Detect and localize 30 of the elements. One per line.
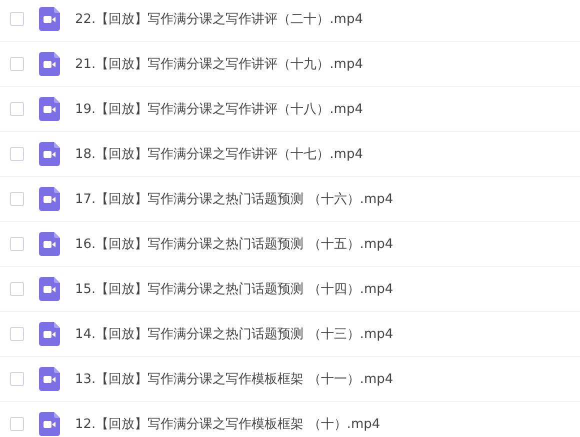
file-name[interactable]: 17.【回放】写作满分课之热门话题预测 （十六）.mp4: [75, 190, 394, 208]
video-file-icon: [39, 52, 60, 76]
checkbox[interactable]: [10, 327, 24, 341]
file-name[interactable]: 21.【回放】写作满分课之写作讲评（十九）.mp4: [75, 55, 363, 73]
video-file-icon: [39, 277, 60, 301]
checkbox[interactable]: [10, 192, 24, 206]
video-file-icon: [39, 367, 60, 391]
file-name[interactable]: 12.【回放】写作满分课之写作模板框架 （十）.mp4: [75, 415, 380, 433]
video-file-icon: [39, 97, 60, 121]
video-file-icon: [39, 7, 60, 31]
video-file-icon: [39, 142, 60, 166]
checkbox[interactable]: [10, 12, 24, 26]
file-name[interactable]: 16.【回放】写作满分课之热门话题预测 （十五）.mp4: [75, 235, 394, 253]
checkbox[interactable]: [10, 417, 24, 431]
checkbox[interactable]: [10, 372, 24, 386]
file-name[interactable]: 15.【回放】写作满分课之热门话题预测 （十四）.mp4: [75, 280, 394, 298]
video-file-icon: [39, 232, 60, 256]
video-file-icon: [39, 412, 60, 436]
checkbox[interactable]: [10, 282, 24, 296]
checkbox[interactable]: [10, 57, 24, 71]
file-name[interactable]: 22.【回放】写作满分课之写作讲评（二十）.mp4: [75, 10, 363, 28]
checkbox[interactable]: [10, 102, 24, 116]
file-name[interactable]: 13.【回放】写作满分课之写作模板框架 （十一）.mp4: [75, 370, 394, 388]
video-file-icon: [39, 187, 60, 211]
checkbox[interactable]: [10, 237, 24, 251]
file-name[interactable]: 14.【回放】写作满分课之热门话题预测 （十三）.mp4: [75, 325, 394, 343]
file-name[interactable]: 19.【回放】写作满分课之写作讲评（十八）.mp4: [75, 100, 363, 118]
file-name[interactable]: 18.【回放】写作满分课之写作讲评（十七）.mp4: [75, 145, 363, 163]
checkbox[interactable]: [10, 147, 24, 161]
video-file-icon: [39, 322, 60, 346]
